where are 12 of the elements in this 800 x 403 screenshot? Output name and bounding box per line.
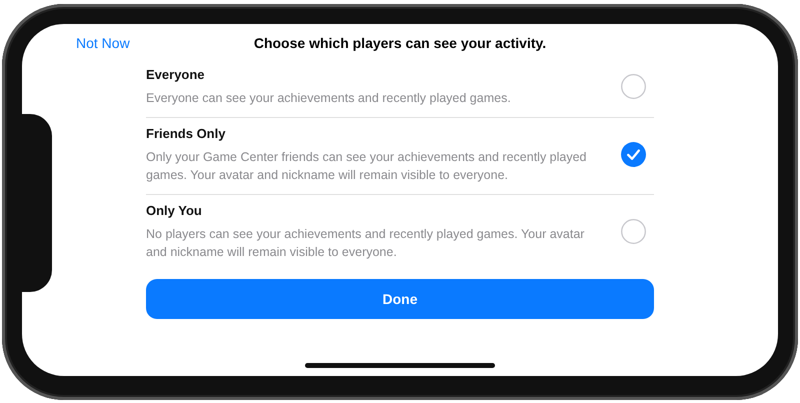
option-description: Everyone can see your achievements and recently played games. <box>146 90 512 106</box>
radio-circle-icon[interactable] <box>621 219 646 244</box>
option-title: Everyone <box>146 66 206 82</box>
done-button[interactable]: Done <box>146 278 654 318</box>
sheet-title: Choose which players can see your activity. <box>254 34 546 50</box>
checkmark-icon[interactable] <box>621 142 646 167</box>
not-now-link[interactable]: Not Now <box>76 34 130 50</box>
radio-circle-icon[interactable] <box>621 74 646 99</box>
option-title: Friends Only <box>146 126 226 140</box>
option-description: Only your Game Center friends can see your achievements and recently played games. Your avatar and nickname will remain visible to everyone. <box>146 148 588 184</box>
option-description: No players can see your achievements and recently played games. Your avatar and nickname will remain visible to everyone. <box>146 226 586 260</box>
option-title: Only You <box>146 202 203 218</box>
